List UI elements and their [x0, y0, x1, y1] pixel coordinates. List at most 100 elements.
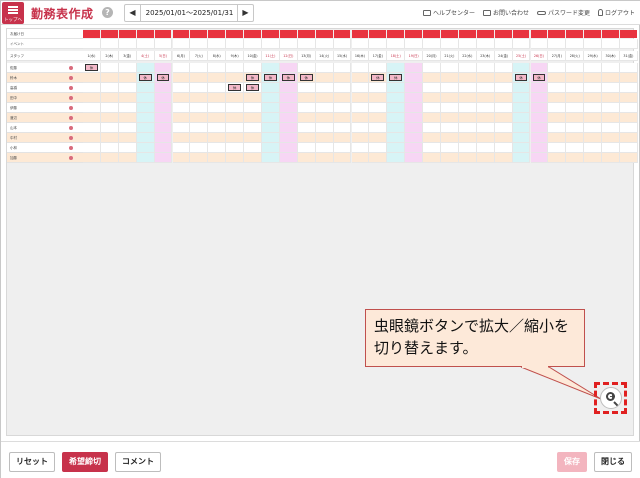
schedule-cell[interactable] [494, 123, 513, 133]
schedule-cell[interactable] [441, 133, 459, 143]
schedule-cell[interactable] [441, 63, 459, 73]
schedule-cell[interactable] [351, 103, 370, 113]
schedule-cell[interactable] [351, 113, 370, 123]
schedule-cell[interactable] [620, 113, 638, 123]
shift-badge[interactable]: 休 [228, 84, 242, 91]
schedule-cell[interactable] [476, 73, 495, 83]
date-marker-cell[interactable] [566, 30, 584, 38]
schedule-cell[interactable] [476, 123, 495, 133]
schedule-cell[interactable]: 休 [262, 73, 280, 83]
schedule-cell[interactable] [494, 93, 513, 103]
schedule-cell[interactable] [602, 83, 620, 93]
schedule-cell[interactable] [602, 143, 620, 153]
schedule-cell[interactable] [315, 113, 334, 123]
schedule-cell[interactable] [584, 63, 603, 73]
schedule-cell[interactable] [530, 63, 549, 73]
schedule-cell[interactable] [584, 113, 603, 123]
schedule-cell[interactable] [530, 123, 549, 133]
schedule-cell[interactable] [190, 63, 209, 73]
schedule-cell[interactable] [190, 73, 209, 83]
schedule-cell[interactable] [244, 153, 262, 163]
schedule-cell[interactable] [620, 73, 638, 83]
schedule-cell[interactable] [548, 153, 567, 163]
schedule-cell[interactable]: 休 [244, 73, 262, 83]
schedule-cell[interactable] [351, 93, 370, 103]
schedule-cell[interactable] [100, 73, 119, 83]
schedule-cell[interactable] [190, 83, 209, 93]
schedule-cell[interactable] [512, 123, 531, 133]
schedule-cell[interactable] [584, 153, 603, 163]
event-cell[interactable] [602, 39, 620, 49]
schedule-cell[interactable] [387, 123, 406, 133]
staff-name[interactable]: 佐藤 [7, 63, 83, 73]
top-menu-button[interactable]: トップへ [2, 2, 24, 24]
schedule-cell[interactable] [512, 63, 531, 73]
schedule-cell[interactable] [458, 113, 477, 123]
schedule-cell[interactable] [226, 143, 245, 153]
schedule-cell[interactable] [458, 83, 477, 93]
schedule-cell[interactable] [315, 73, 334, 83]
schedule-cell[interactable] [262, 83, 280, 93]
shift-badge[interactable]: 休 [138, 74, 152, 81]
schedule-cell[interactable] [100, 93, 119, 103]
date-marker-cell[interactable] [208, 30, 226, 38]
schedule-cell[interactable] [118, 153, 137, 163]
schedule-cell[interactable] [118, 133, 137, 143]
schedule-cell[interactable] [208, 103, 227, 113]
schedule-cell[interactable] [387, 133, 406, 143]
schedule-cell[interactable]: 休 [226, 83, 245, 93]
schedule-cell[interactable] [584, 143, 603, 153]
schedule-cell[interactable] [566, 103, 585, 113]
schedule-cell[interactable] [190, 143, 209, 153]
schedule-cell[interactable] [208, 63, 227, 73]
schedule-cell[interactable] [154, 133, 173, 143]
schedule-cell[interactable] [602, 123, 620, 133]
event-cell[interactable] [315, 39, 334, 49]
schedule-cell[interactable] [262, 153, 280, 163]
schedule-cell[interactable] [405, 133, 424, 143]
reset-button[interactable]: リセット [9, 452, 55, 472]
schedule-cell[interactable] [100, 133, 119, 143]
event-cell[interactable] [172, 39, 191, 49]
schedule-cell[interactable] [458, 133, 477, 143]
schedule-cell[interactable] [405, 93, 424, 103]
schedule-cell[interactable] [476, 103, 495, 113]
event-cell[interactable] [548, 39, 567, 49]
schedule-cell[interactable] [226, 103, 245, 113]
date-marker-cell[interactable] [136, 30, 154, 38]
schedule-cell[interactable] [208, 73, 227, 83]
schedule-cell[interactable] [476, 93, 495, 103]
schedule-cell[interactable] [530, 83, 549, 93]
schedule-cell[interactable] [602, 73, 620, 83]
schedule-cell[interactable] [566, 93, 585, 103]
schedule-cell[interactable] [262, 143, 280, 153]
schedule-cell[interactable] [136, 63, 155, 73]
schedule-cell[interactable] [405, 143, 424, 153]
schedule-cell[interactable] [262, 123, 280, 133]
date-marker-cell[interactable] [458, 30, 476, 38]
schedule-cell[interactable] [154, 63, 173, 73]
schedule-cell[interactable] [494, 83, 513, 93]
schedule-cell[interactable] [297, 143, 316, 153]
schedule-cell[interactable] [476, 113, 495, 123]
event-cell[interactable] [423, 39, 441, 49]
schedule-cell[interactable] [458, 63, 477, 73]
schedule-cell[interactable] [494, 113, 513, 123]
shift-badge[interactable]: 休 [246, 84, 259, 91]
schedule-cell[interactable] [476, 153, 495, 163]
password-change-link[interactable]: パスワード変更 [536, 8, 590, 17]
schedule-cell[interactable] [620, 83, 638, 93]
event-cell[interactable] [405, 39, 424, 49]
schedule-cell[interactable] [602, 93, 620, 103]
schedule-cell[interactable] [100, 113, 119, 123]
schedule-cell[interactable] [208, 133, 227, 143]
schedule-cell[interactable] [83, 103, 101, 113]
shift-badge[interactable]: 休 [514, 74, 528, 81]
schedule-cell[interactable] [620, 93, 638, 103]
date-marker-cell[interactable] [100, 30, 118, 38]
date-marker-cell[interactable] [584, 30, 602, 38]
schedule-cell[interactable] [172, 83, 191, 93]
schedule-cell[interactable] [566, 73, 585, 83]
schedule-cell[interactable] [620, 153, 638, 163]
schedule-cell[interactable] [441, 103, 459, 113]
